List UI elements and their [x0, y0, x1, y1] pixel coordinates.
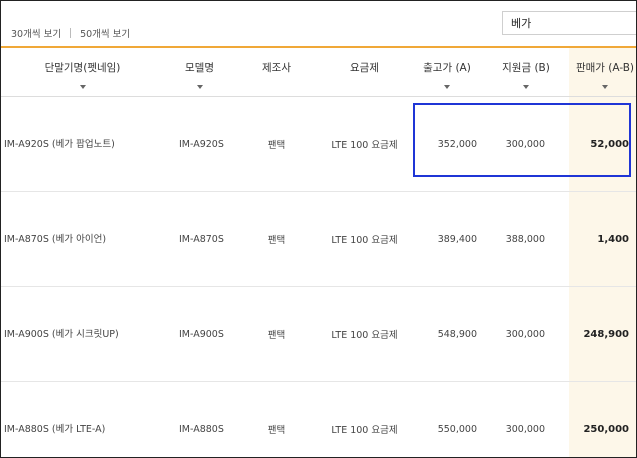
app-window: 30개씩 보기 50개씩 보기 단말기명(펫네임) 모델명 제조사: [0, 0, 637, 458]
column-header-maker: 제조사: [235, 48, 318, 97]
release-price-cell: 548,900: [411, 286, 483, 382]
column-header-sale-price[interactable]: 판매가 (A-B): [569, 48, 636, 97]
sale-price-cell: 250,000: [569, 381, 636, 457]
table-row[interactable]: IM-A900S (베가 시크릿UP) IM-A900S 팬택 LTE 100 …: [1, 286, 636, 382]
plan-cell: LTE 100 요금제: [318, 191, 411, 287]
table-header-row: 단말기명(펫네임) 모델명 제조사 요금제 출고가 (A) 지원금 (B) 판매…: [1, 48, 636, 97]
model-cell: IM-A920S: [164, 96, 235, 192]
subsidy-cell: 300,000: [483, 96, 569, 192]
maker-cell: 팬택: [235, 96, 318, 192]
sort-arrow-icon[interactable]: [196, 85, 203, 89]
maker-cell: 팬택: [235, 286, 318, 382]
device-name-cell[interactable]: IM-A880S (베가 LTE-A): [1, 381, 164, 457]
separator: [70, 28, 72, 38]
column-header-label: 요금제: [350, 62, 379, 74]
column-header-subsidy[interactable]: 지원금 (B): [483, 48, 569, 97]
sort-arrow-icon[interactable]: [79, 85, 86, 89]
maker-cell: 팬택: [235, 381, 318, 457]
release-price-cell: 550,000: [411, 381, 483, 457]
search-input[interactable]: [502, 11, 636, 35]
release-price-cell: 352,000: [411, 96, 483, 192]
column-header-device-name[interactable]: 단말기명(펫네임): [1, 48, 164, 97]
model-cell: IM-A870S: [164, 191, 235, 287]
page-size-50-button[interactable]: 50개씩 보기: [80, 26, 130, 40]
column-header-release-price[interactable]: 출고가 (A): [411, 48, 483, 97]
maker-cell: 팬택: [235, 191, 318, 287]
column-header-model[interactable]: 모델명: [164, 48, 235, 97]
table-row[interactable]: IM-A870S (베가 아이언) IM-A870S 팬택 LTE 100 요금…: [1, 191, 636, 287]
column-header-label: 지원금 (B): [502, 62, 550, 74]
subsidy-cell: 388,000: [483, 191, 569, 287]
model-cell: IM-A900S: [164, 286, 235, 382]
plan-cell: LTE 100 요금제: [318, 286, 411, 382]
plan-cell: LTE 100 요금제: [318, 96, 411, 192]
page-size-30-button[interactable]: 30개씩 보기: [11, 26, 61, 40]
subsidy-cell: 300,000: [483, 381, 569, 457]
sale-price-cell: 52,000: [569, 96, 636, 192]
sale-price-cell: 248,900: [569, 286, 636, 382]
release-price-cell: 389,400: [411, 191, 483, 287]
column-header-plan: 요금제: [318, 48, 411, 97]
table-row[interactable]: IM-A920S (베가 팝업노트) IM-A920S 팬택 LTE 100 요…: [1, 96, 636, 192]
model-cell: IM-A880S: [164, 381, 235, 457]
sort-arrow-icon[interactable]: [444, 85, 450, 89]
column-header-label: 출고가 (A): [423, 62, 471, 74]
column-header-label: 단말기명(펫네임): [44, 62, 121, 74]
device-name-cell[interactable]: IM-A920S (베가 팝업노트): [1, 96, 164, 192]
column-header-label: 판매가 (A-B): [575, 62, 635, 74]
phone-price-table: 단말기명(펫네임) 모델명 제조사 요금제 출고가 (A) 지원금 (B) 판매…: [1, 48, 636, 457]
device-name-cell[interactable]: IM-A900S (베가 시크릿UP): [1, 286, 164, 382]
column-header-label: 모델명: [185, 62, 214, 74]
sale-price-cell: 1,400: [569, 191, 636, 287]
device-name-cell[interactable]: IM-A870S (베가 아이언): [1, 191, 164, 287]
sort-arrow-icon[interactable]: [602, 85, 608, 89]
table-row[interactable]: IM-A880S (베가 LTE-A) IM-A880S 팬택 LTE 100 …: [1, 381, 636, 457]
page-size-selector: 30개씩 보기 50개씩 보기: [11, 26, 130, 40]
subsidy-cell: 300,000: [483, 286, 569, 382]
column-header-label: 제조사: [262, 62, 291, 74]
toolbar: 30개씩 보기 50개씩 보기: [1, 1, 636, 45]
sort-arrow-icon[interactable]: [523, 85, 529, 89]
plan-cell: LTE 100 요금제: [318, 381, 411, 457]
